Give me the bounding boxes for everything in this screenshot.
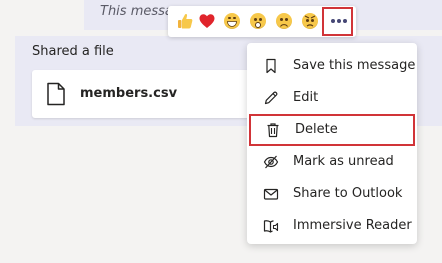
document-icon bbox=[47, 82, 65, 106]
menu-item-label: Edit bbox=[293, 90, 319, 105]
shared-file-title: Shared a file bbox=[32, 44, 114, 59]
more-options-icon bbox=[331, 19, 347, 23]
angry-icon[interactable] bbox=[302, 13, 318, 29]
file-attachment-card[interactable]: members.csv bbox=[32, 70, 262, 118]
menu-item-label: Delete bbox=[295, 122, 338, 137]
surprised-icon[interactable] bbox=[250, 13, 266, 29]
mail-icon bbox=[263, 188, 279, 200]
heart-icon[interactable] bbox=[198, 12, 216, 30]
menu-item-save-message[interactable]: Save this message bbox=[247, 50, 417, 82]
immersive-reader-icon bbox=[263, 220, 279, 233]
laugh-icon[interactable] bbox=[224, 13, 240, 29]
menu-item-edit[interactable]: Edit bbox=[247, 82, 417, 114]
sad-icon[interactable] bbox=[276, 13, 292, 29]
thumbs-up-icon[interactable] bbox=[176, 12, 194, 30]
menu-item-share-outlook[interactable]: Share to Outlook bbox=[247, 178, 417, 210]
pencil-icon bbox=[264, 91, 278, 105]
file-name: members.csv bbox=[80, 86, 178, 101]
more-options-button[interactable] bbox=[322, 7, 353, 36]
menu-item-delete[interactable]: Delete bbox=[249, 114, 415, 146]
unread-icon bbox=[263, 155, 279, 169]
menu-item-label: Share to Outlook bbox=[293, 186, 403, 201]
menu-item-label: Immersive Reader bbox=[293, 218, 412, 233]
trash-icon bbox=[267, 123, 279, 138]
menu-item-mark-unread[interactable]: Mark as unread bbox=[247, 146, 417, 178]
bookmark-icon bbox=[266, 58, 276, 74]
message-context-menu: Save this message Edit Delete Mark as un… bbox=[247, 43, 417, 244]
menu-item-label: Mark as unread bbox=[293, 154, 394, 169]
menu-item-label: Save this message bbox=[293, 58, 416, 73]
menu-item-immersive-reader[interactable]: Immersive Reader bbox=[247, 210, 417, 242]
